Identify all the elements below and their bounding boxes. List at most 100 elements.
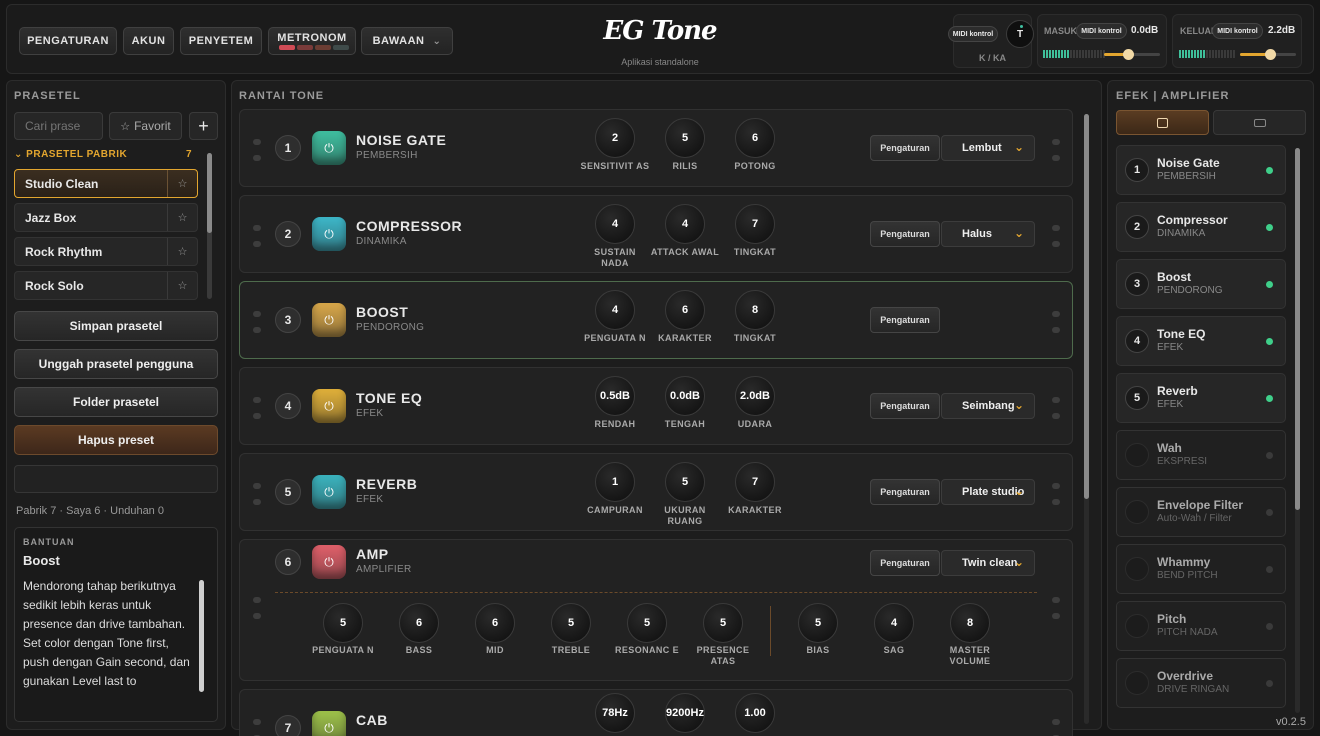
metronome-button[interactable]: METRONOM [268,27,356,55]
balance-knob[interactable]: T [1006,20,1034,48]
preset-item[interactable]: Studio Clean ☆ [14,169,198,198]
module-power-button[interactable]: ⏻ [312,711,346,736]
effects-tab[interactable] [1116,110,1209,135]
module-power-button[interactable]: ⏻ [312,475,346,509]
effect-list-item[interactable]: Pitch PITCH NADA [1116,601,1286,651]
effect-name: Overdrive [1157,669,1214,683]
effect-list-item[interactable]: 1 Noise Gate PEMBERSIH [1116,145,1286,195]
account-button[interactable]: AKUN [123,27,174,55]
preset-search-input[interactable] [14,112,103,140]
module-mode-select[interactable]: Seimbang ⌄ [941,393,1035,419]
star-icon[interactable]: ☆ [167,238,197,265]
module-knob[interactable]: 2 [595,118,635,158]
module-knob[interactable]: 78Hz [595,693,635,733]
default-dropdown[interactable]: BAWAAN ⌄ [361,27,453,55]
tuner-button[interactable]: PENYETEM [180,27,262,55]
module-mode-select[interactable]: Twin clean ⌄ [941,550,1035,576]
module-knob[interactable]: 6 [735,118,775,158]
star-icon[interactable]: ☆ [167,272,197,299]
amp-knob[interactable]: 5 [323,603,363,643]
module-knob[interactable]: 5 [665,462,705,502]
amp-separator [770,606,771,656]
amp-knob[interactable]: 8 [950,603,990,643]
module-knob[interactable]: 7 [735,204,775,244]
module-power-button[interactable]: ⏻ [312,131,346,165]
amp-knob[interactable]: 6 [399,603,439,643]
module-settings-button[interactable]: Pengaturan [870,221,940,247]
module-knob[interactable]: 6 [665,290,705,330]
module-knob[interactable]: 4 [595,290,635,330]
save-preset-button[interactable]: Simpan prasetel [14,311,218,341]
input-slider-handle[interactable] [1123,49,1134,60]
amp-knob[interactable]: 5 [703,603,743,643]
amp-knob[interactable]: 5 [798,603,838,643]
upload-preset-button[interactable]: Unggah prasetel pengguna [14,349,218,379]
delete-preset-button[interactable]: Hapus preset [14,425,218,455]
amp-knob[interactable]: 5 [551,603,591,643]
effect-list-item[interactable]: Wah EKSPRESI [1116,430,1286,480]
scroll-thumb[interactable] [199,580,204,692]
scroll-thumb[interactable] [1295,148,1300,510]
preset-item[interactable]: Jazz Box ☆ [14,203,198,232]
help-scrollbar[interactable] [199,580,204,692]
effect-list-item[interactable]: 4 Tone EQ EFEK [1116,316,1286,366]
amp-knob[interactable]: 5 [627,603,667,643]
effect-list-item[interactable]: Overdrive DRIVE RINGAN [1116,658,1286,708]
effect-list-item[interactable]: Whammy BEND PITCH [1116,544,1286,594]
input-midi-button[interactable]: MIDI kontrol [1076,23,1127,39]
settings-button[interactable]: PENGATURAN [19,27,117,55]
power-icon: ⏻ [324,140,334,155]
preset-folder-button[interactable]: Folder prasetel [14,387,218,417]
module-settings-button[interactable]: Pengaturan [870,135,940,161]
input-gain-slider[interactable] [1104,49,1160,60]
star-icon[interactable]: ☆ [167,204,197,231]
connection-jack [253,613,261,619]
module-settings-button[interactable]: Pengaturan [870,550,940,576]
module-mode-select[interactable]: Halus ⌄ [941,221,1035,247]
module-knob[interactable]: 0.5dB [595,376,635,416]
module-knob[interactable]: 8 [735,290,775,330]
effects-scrollbar[interactable] [1295,148,1300,713]
module-knob[interactable]: 1 [595,462,635,502]
module-power-button[interactable]: ⏻ [312,303,346,337]
scroll-thumb[interactable] [207,153,212,233]
module-mode-select[interactable]: Lembut ⌄ [941,135,1035,161]
preset-name-field[interactable] [14,465,218,493]
module-power-button[interactable]: ⏻ [312,217,346,251]
effect-list-item[interactable]: Envelope Filter Auto-Wah / Filter [1116,487,1286,537]
module-mode-select[interactable]: Plate studio ⌄ [941,479,1035,505]
module-power-button[interactable]: ⏻ [312,545,346,579]
module-power-button[interactable]: ⏻ [312,389,346,423]
module-knob[interactable]: 2.0dB [735,376,775,416]
module-knob[interactable]: 9200Hz [665,693,705,733]
effect-list-item[interactable]: 5 Reverb EFEK [1116,373,1286,423]
preset-search-field[interactable] [15,113,102,139]
module-knob[interactable]: 1.00 [735,693,775,733]
module-settings-button[interactable]: Pengaturan [870,479,940,505]
module-knob[interactable]: 4 [595,204,635,244]
preset-item[interactable]: Rock Solo ☆ [14,271,198,300]
midi-control-button[interactable]: MIDI kontrol [948,26,998,42]
effect-list-item[interactable]: 2 Compressor DINAMIKA [1116,202,1286,252]
favorite-filter-button[interactable]: ☆ Favorit [109,112,182,140]
module-knob[interactable]: 4 [665,204,705,244]
scroll-thumb[interactable] [1084,114,1089,499]
module-knob[interactable]: 7 [735,462,775,502]
module-settings-button[interactable]: Pengaturan [870,307,940,333]
amp-knob[interactable]: 6 [475,603,515,643]
effect-list-item[interactable]: 3 Boost PENDORONG [1116,259,1286,309]
module-knob[interactable]: 0.0dB [665,376,705,416]
amplifier-tab[interactable] [1213,110,1306,135]
add-preset-button[interactable]: + [189,112,218,140]
amp-knob[interactable]: 4 [874,603,914,643]
output-gain-slider[interactable] [1240,49,1296,60]
output-midi-button[interactable]: MIDI kontrol [1212,23,1263,39]
preset-item[interactable]: Rock Rhythm ☆ [14,237,198,266]
module-settings-button[interactable]: Pengaturan [870,393,940,419]
star-icon[interactable]: ☆ [167,170,197,197]
chain-scrollbar[interactable] [1084,114,1089,724]
module-knob[interactable]: 5 [665,118,705,158]
factory-presets-toggle[interactable]: ⌄ PRASETEL PABRIK [14,149,127,160]
preset-list-scrollbar[interactable] [207,153,212,299]
output-slider-handle[interactable] [1265,49,1276,60]
